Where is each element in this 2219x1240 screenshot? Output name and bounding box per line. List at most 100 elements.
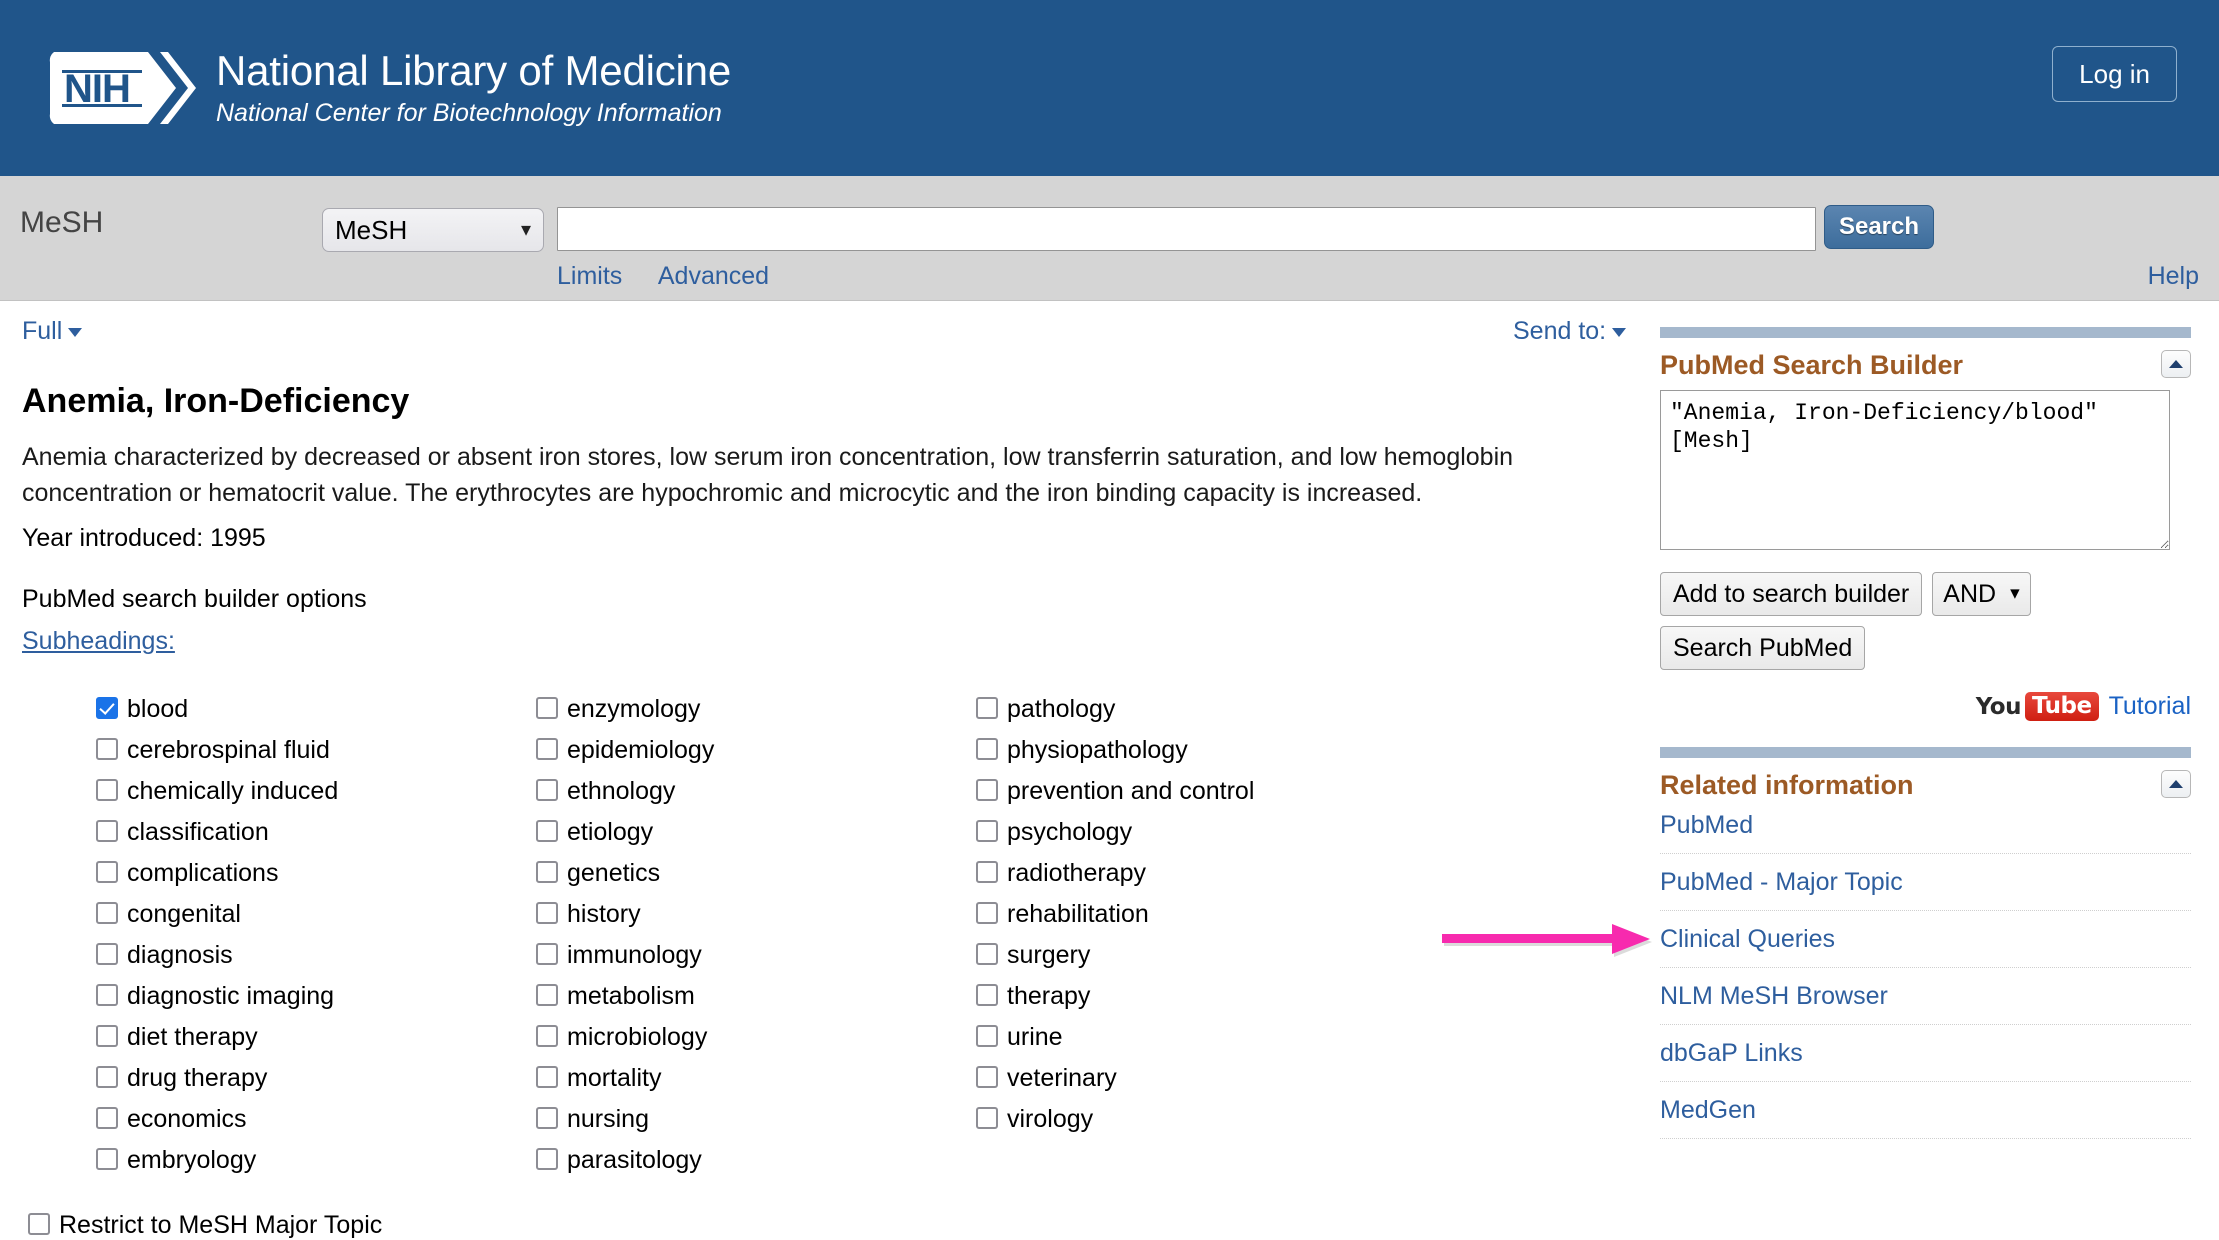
search-input[interactable] bbox=[557, 207, 1816, 251]
subheading-nursing[interactable]: nursing bbox=[536, 1104, 976, 1136]
restrict-major-topic-checkbox[interactable]: Restrict to MeSH Major Topic bbox=[28, 1210, 1660, 1240]
subheading-virology[interactable]: virology bbox=[976, 1104, 1416, 1136]
subheading-psychology[interactable]: psychology bbox=[976, 817, 1416, 849]
subheading-ethnology[interactable]: ethnology bbox=[536, 776, 976, 808]
related-link-pubmed[interactable]: PubMed bbox=[1660, 811, 1753, 839]
checkbox-icon[interactable] bbox=[976, 820, 998, 842]
list-item[interactable]: PubMed bbox=[1660, 804, 2191, 854]
subheading-immunology[interactable]: immunology bbox=[536, 940, 976, 972]
checkbox-icon[interactable] bbox=[976, 697, 998, 719]
display-format-toggle[interactable]: Full bbox=[22, 317, 83, 346]
subheading-diagnosis[interactable]: diagnosis bbox=[96, 940, 536, 972]
subheading-rehabilitation[interactable]: rehabilitation bbox=[976, 899, 1416, 931]
list-item[interactable]: MedGen bbox=[1660, 1082, 2191, 1139]
subheading-economics[interactable]: economics bbox=[96, 1104, 536, 1136]
help-link[interactable]: Help bbox=[2148, 262, 2199, 291]
search-button[interactable]: Search bbox=[1824, 205, 1934, 249]
checkbox-icon[interactable] bbox=[96, 820, 118, 842]
subheading-microbiology[interactable]: microbiology bbox=[536, 1022, 976, 1054]
related-link-pubmed-major-topic[interactable]: PubMed - Major Topic bbox=[1660, 868, 1903, 896]
subheading-mortality[interactable]: mortality bbox=[536, 1063, 976, 1095]
related-link-nlm-mesh-browser[interactable]: NLM MeSH Browser bbox=[1660, 982, 1888, 1010]
subheading-blood[interactable]: blood bbox=[96, 694, 536, 726]
subheading-urine[interactable]: urine bbox=[976, 1022, 1416, 1054]
checkbox-icon[interactable] bbox=[96, 1107, 118, 1129]
subheading-metabolism[interactable]: metabolism bbox=[536, 981, 976, 1013]
checkbox-icon[interactable] bbox=[976, 1066, 998, 1088]
checkbox-icon[interactable] bbox=[976, 943, 998, 965]
subheading-congenital[interactable]: congenital bbox=[96, 899, 536, 931]
tutorial-link[interactable]: Tutorial bbox=[2109, 692, 2191, 721]
subheading-classification[interactable]: classification bbox=[96, 817, 536, 849]
subheading-parasitology[interactable]: parasitology bbox=[536, 1145, 976, 1177]
checkbox-icon[interactable] bbox=[536, 902, 558, 924]
checkbox-icon[interactable] bbox=[96, 984, 118, 1006]
subheading-radiotherapy[interactable]: radiotherapy bbox=[976, 858, 1416, 890]
list-item[interactable]: dbGaP Links bbox=[1660, 1025, 2191, 1082]
subheading-etiology[interactable]: etiology bbox=[536, 817, 976, 849]
send-to-menu[interactable]: Send to: bbox=[1513, 317, 1627, 346]
checkbox-icon[interactable] bbox=[976, 984, 998, 1006]
subheading-epidemiology[interactable]: epidemiology bbox=[536, 735, 976, 767]
subheading-therapy[interactable]: therapy bbox=[976, 981, 1416, 1013]
checkbox-icon[interactable] bbox=[976, 779, 998, 801]
subheading-diagnostic-imaging[interactable]: diagnostic imaging bbox=[96, 981, 536, 1013]
log-in-button[interactable]: Log in bbox=[2052, 46, 2177, 102]
checkbox-icon[interactable] bbox=[96, 1148, 118, 1170]
checkbox-icon[interactable] bbox=[536, 697, 558, 719]
collapse-toggle-search-builder[interactable] bbox=[2161, 350, 2191, 378]
checkbox-icon[interactable] bbox=[536, 820, 558, 842]
checkbox-icon[interactable] bbox=[536, 1107, 558, 1129]
subheadings-link[interactable]: Subheadings: bbox=[22, 627, 175, 656]
list-item[interactable]: PubMed - Major Topic bbox=[1660, 854, 2191, 911]
subheading-surgery[interactable]: surgery bbox=[976, 940, 1416, 972]
subheading-diet-therapy[interactable]: diet therapy bbox=[96, 1022, 536, 1054]
checkbox-icon[interactable] bbox=[536, 1066, 558, 1088]
checkbox-icon[interactable] bbox=[536, 1025, 558, 1047]
checkbox-icon[interactable] bbox=[976, 861, 998, 883]
related-link-dbgap-links[interactable]: dbGaP Links bbox=[1660, 1039, 1803, 1067]
nih-logo-block[interactable]: NIH National Library of Medicine Nationa… bbox=[42, 38, 731, 138]
collapse-toggle-related-information[interactable] bbox=[2161, 770, 2191, 798]
checkbox-icon[interactable] bbox=[536, 779, 558, 801]
checkbox-icon[interactable] bbox=[976, 902, 998, 924]
checkbox-icon[interactable] bbox=[976, 738, 998, 760]
checkbox-icon[interactable] bbox=[976, 1025, 998, 1047]
checkbox-icon[interactable] bbox=[96, 1025, 118, 1047]
checkbox-icon[interactable] bbox=[536, 861, 558, 883]
checkbox-icon[interactable] bbox=[96, 902, 118, 924]
list-item[interactable]: NLM MeSH Browser bbox=[1660, 968, 2191, 1025]
subheading-genetics[interactable]: genetics bbox=[536, 858, 976, 890]
checkbox-icon[interactable] bbox=[28, 1213, 50, 1235]
subheading-pathology[interactable]: pathology bbox=[976, 694, 1416, 726]
boolean-operator-select[interactable]: AND ▾ bbox=[1932, 572, 2031, 616]
add-to-search-builder-button[interactable]: Add to search builder bbox=[1660, 572, 1923, 616]
subheading-cerebrospinal-fluid[interactable]: cerebrospinal fluid bbox=[96, 735, 536, 767]
subheading-complications[interactable]: complications bbox=[96, 858, 536, 890]
subheading-enzymology[interactable]: enzymology bbox=[536, 694, 976, 726]
subheading-prevention-and-control[interactable]: prevention and control bbox=[976, 776, 1416, 808]
checkbox-icon[interactable] bbox=[536, 1148, 558, 1170]
subheading-history[interactable]: history bbox=[536, 899, 976, 931]
list-item[interactable]: Clinical Queries bbox=[1660, 911, 2191, 968]
related-link-clinical-queries[interactable]: Clinical Queries bbox=[1660, 925, 1835, 953]
database-select[interactable]: MeSH ▾ bbox=[322, 208, 544, 252]
checkbox-icon[interactable] bbox=[96, 697, 118, 719]
checkbox-icon[interactable] bbox=[96, 738, 118, 760]
checkbox-icon[interactable] bbox=[96, 1066, 118, 1088]
subheading-drug-therapy[interactable]: drug therapy bbox=[96, 1063, 536, 1095]
limits-link[interactable]: Limits bbox=[557, 262, 622, 290]
subheading-physiopathology[interactable]: physiopathology bbox=[976, 735, 1416, 767]
subheading-embryology[interactable]: embryology bbox=[96, 1145, 536, 1177]
related-link-medgen[interactable]: MedGen bbox=[1660, 1096, 1756, 1124]
checkbox-icon[interactable] bbox=[536, 984, 558, 1006]
checkbox-icon[interactable] bbox=[536, 943, 558, 965]
advanced-link[interactable]: Advanced bbox=[658, 262, 769, 290]
checkbox-icon[interactable] bbox=[96, 861, 118, 883]
search-pubmed-button[interactable]: Search PubMed bbox=[1660, 626, 1866, 670]
checkbox-icon[interactable] bbox=[96, 943, 118, 965]
checkbox-icon[interactable] bbox=[976, 1107, 998, 1129]
checkbox-icon[interactable] bbox=[96, 779, 118, 801]
subheading-veterinary[interactable]: veterinary bbox=[976, 1063, 1416, 1095]
subheading-chemically-induced[interactable]: chemically induced bbox=[96, 776, 536, 808]
